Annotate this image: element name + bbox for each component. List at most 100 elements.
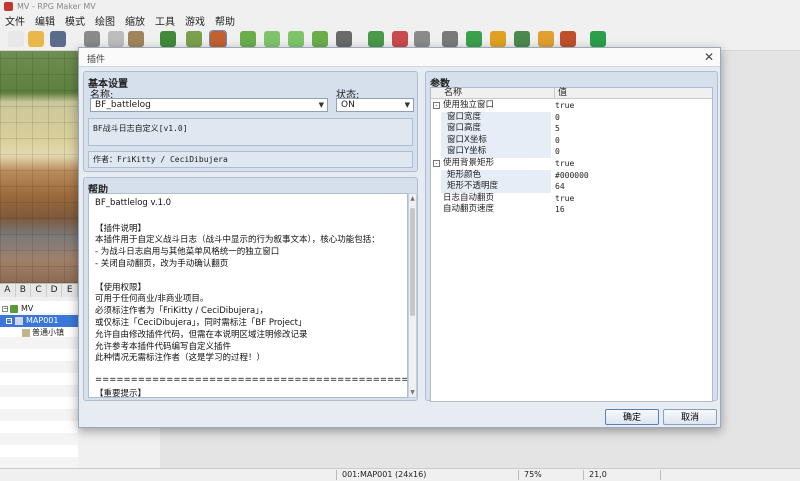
help-line: 可用于任何商业/非商业项目。 — [95, 294, 209, 305]
undo-icon[interactable] — [160, 31, 176, 47]
menu-edit[interactable]: 编辑 — [30, 13, 60, 28]
playtest-icon[interactable] — [590, 31, 606, 47]
scrollbar-thumb[interactable] — [410, 208, 415, 316]
param-name: 矩形不透明度 — [447, 181, 499, 192]
paste-icon[interactable] — [128, 31, 144, 47]
tree-item-map001[interactable]: − MAP001 — [0, 315, 78, 327]
param-name: 使用背景矩形 — [443, 158, 495, 168]
new-project-icon[interactable] — [8, 31, 24, 47]
menu-scale[interactable]: 缩放 — [120, 13, 150, 28]
help-line: 【插件说明】 — [95, 223, 147, 234]
resource-manager-icon[interactable] — [538, 31, 554, 47]
param-value: true — [555, 101, 575, 110]
parameters-table: 名称 值 - 使用独立窗口 true 窗口宽度 0 窗口高度 5 窗口X坐标 0 窗口Y坐标 0- 使… — [430, 87, 713, 402]
zoom-actual-icon[interactable] — [414, 31, 430, 47]
help-panel: 帮助 BF_battlelog v.1.0 【插件说明】 本插件用于自定义战斗日志（… — [83, 177, 418, 401]
cancel-button[interactable]: 取消 — [663, 409, 717, 425]
app-title: MV - RPG Maker MV — [17, 2, 96, 11]
tileset-tab-d[interactable]: D — [47, 284, 63, 297]
database-icon[interactable] — [442, 31, 458, 47]
param-row[interactable]: 矩形颜色 #000000 — [431, 169, 712, 182]
chevron-down-icon: ▼ — [318, 101, 324, 109]
zoom-out-icon[interactable] — [392, 31, 408, 47]
param-row[interactable]: 窗口Y坐标 0 — [431, 146, 712, 158]
character-generator-icon[interactable] — [560, 31, 576, 47]
param-row[interactable]: 矩形不透明度 64 — [431, 181, 712, 193]
menu-mode[interactable]: 模式 — [60, 13, 90, 28]
help-line: 此种情况无需标注作者（这是学习的过程！） — [95, 353, 266, 364]
chevron-down-icon: ▼ — [404, 101, 410, 109]
param-row[interactable]: - 使用背景矩形 true — [431, 158, 712, 170]
dialog-titlebar: 插件 ✕ — [79, 48, 720, 67]
ellipse-icon[interactable] — [288, 31, 304, 47]
zoom-in-icon[interactable] — [368, 31, 384, 47]
plugin-status-select[interactable]: ON ▼ — [336, 98, 414, 112]
param-row[interactable]: 日志自动翻页 true — [431, 193, 712, 205]
copy-icon[interactable] — [108, 31, 124, 47]
menu-draw[interactable]: 绘图 — [90, 13, 120, 28]
column-header-value[interactable]: 值 — [555, 88, 712, 99]
close-icon[interactable]: ✕ — [704, 50, 714, 64]
param-value: 0 — [555, 112, 560, 122]
app-logo-icon — [4, 2, 13, 11]
collapse-icon[interactable]: - — [433, 102, 440, 109]
pencil-icon[interactable] — [240, 31, 256, 47]
scroll-down-icon[interactable]: ▼ — [409, 389, 416, 396]
menu-game[interactable]: 游戏 — [180, 13, 210, 28]
save-project-icon[interactable] — [50, 31, 66, 47]
plugin-author: 作者：FriKitty / CeciDibujera — [88, 151, 413, 168]
param-value: true — [555, 193, 575, 203]
param-value: 16 — [555, 205, 565, 215]
help-line: 本插件用于自定义战斗日志（战斗中显示的行为叙事文本），核心功能包括： — [95, 235, 380, 246]
scroll-up-icon[interactable]: ▲ — [409, 195, 416, 202]
plugin-manager-icon[interactable] — [466, 31, 482, 47]
rectangle-icon[interactable] — [264, 31, 280, 47]
collapse-icon[interactable]: − — [6, 318, 12, 324]
param-row[interactable]: 自动翻页速度 16 — [431, 204, 712, 216]
sound-test-icon[interactable] — [490, 31, 506, 47]
help-line: 或仅标注「CeciDibujera」，同时需标注「BF Project」 — [95, 318, 307, 328]
param-row[interactable]: 窗口X坐标 0 — [431, 134, 712, 147]
project-folder-icon — [10, 305, 18, 313]
collapse-icon[interactable]: - — [433, 160, 440, 167]
column-header-name[interactable]: 名称 — [431, 88, 555, 99]
param-row[interactable]: 窗口宽度 0 — [431, 111, 712, 124]
collapse-icon[interactable]: − — [2, 306, 8, 312]
ok-button[interactable]: 确定 — [605, 409, 659, 425]
menu-help[interactable]: 帮助 — [210, 13, 240, 28]
tileset-tab-c[interactable]: C — [31, 284, 47, 297]
status-map: 001:MAP001 (24x16) — [342, 470, 427, 479]
plugin-status-value: ON — [341, 100, 355, 110]
help-text-area[interactable]: BF_battlelog v.1.0 【插件说明】 本插件用于自定义战斗日志（战斗中… — [88, 193, 408, 398]
tileset-tab-a[interactable]: A — [0, 284, 16, 297]
param-name: 窗口X坐标 — [447, 134, 487, 145]
event-searcher-icon[interactable] — [514, 31, 530, 47]
cut-icon[interactable] — [84, 31, 100, 47]
tileset-tab-e[interactable]: E — [62, 284, 78, 297]
help-line: 允许自由修改插件代码，但需在本说明区域注明修改记录 — [95, 329, 308, 340]
param-row[interactable]: - 使用独立窗口 true — [431, 100, 712, 112]
param-value: 5 — [555, 124, 560, 134]
menu-file[interactable]: 文件 — [0, 13, 30, 28]
tileset-tab-b[interactable]: B — [16, 284, 32, 297]
help-scrollbar[interactable]: ▲ ▼ — [408, 193, 417, 398]
map-mode-icon[interactable] — [186, 31, 202, 47]
status-coords: 21,0 — [589, 470, 607, 479]
tree-item-project[interactable]: − MV — [0, 303, 78, 315]
param-name: 窗口宽度 — [447, 111, 482, 122]
event-mode-icon[interactable] — [209, 30, 227, 48]
plugin-description: BF战斗日志自定义[v1.0] — [88, 118, 413, 146]
app-titlebar: MV - RPG Maker MV — [0, 0, 800, 13]
plugin-name-select[interactable]: BF_battlelog ▼ — [90, 98, 328, 112]
open-project-icon[interactable] — [28, 31, 44, 47]
menu-tools[interactable]: 工具 — [150, 13, 180, 28]
flood-fill-icon[interactable] — [312, 31, 328, 47]
tree-item-town[interactable]: 普通小镇 — [0, 327, 78, 339]
tileset-tabs: A B C D E — [0, 283, 78, 297]
help-line: 必须标注作者为「FriKitty / CeciDibujera」， — [95, 306, 268, 317]
param-row[interactable]: 窗口高度 5 — [431, 123, 712, 135]
help-line: 【使用权限】 — [95, 282, 147, 293]
tileset-palette[interactable] — [0, 51, 78, 283]
shadow-pen-icon[interactable] — [336, 31, 352, 47]
param-value: 64 — [555, 182, 565, 192]
